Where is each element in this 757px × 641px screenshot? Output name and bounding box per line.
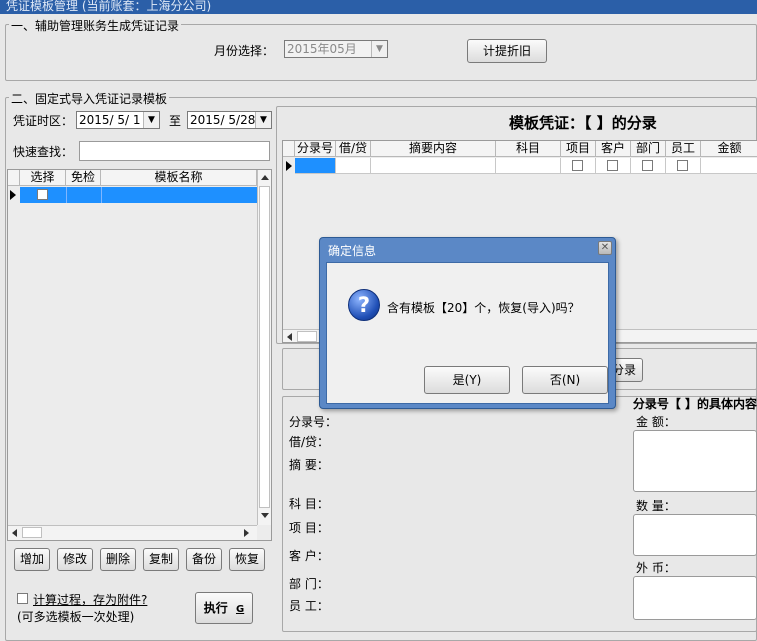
detail-heading-text: 分录号【 】的具体内容 bbox=[632, 397, 757, 411]
add-button[interactable]: 增加 bbox=[14, 548, 50, 571]
template-list-grid[interactable]: 选择 免检 模板名称 bbox=[7, 169, 272, 541]
list-header-template-name[interactable]: 模板名称 bbox=[101, 170, 257, 186]
entries-header-employee[interactable]: 员工 bbox=[666, 141, 701, 157]
scroll-left-icon[interactable] bbox=[12, 529, 17, 537]
scroll-thumb[interactable] bbox=[259, 186, 270, 508]
summary-cell[interactable] bbox=[371, 158, 496, 174]
confirm-dialog: 确定信息 ✕ ? 含有模板【20】个，恢复(导入)吗？ 是(Y) 否(N) bbox=[319, 237, 616, 409]
close-icon[interactable]: ✕ bbox=[598, 241, 612, 255]
entries-header-amount[interactable]: 金额 bbox=[701, 141, 757, 157]
quantity-label: 数 量： bbox=[636, 499, 676, 513]
amount-label: 金 额： bbox=[636, 415, 676, 429]
entries-header-department[interactable]: 部门 bbox=[631, 141, 666, 157]
department-checkbox[interactable] bbox=[642, 160, 653, 171]
question-icon: ? bbox=[348, 289, 380, 321]
restore-button[interactable]: 恢复 bbox=[229, 548, 265, 571]
dialog-message: 含有模板【20】个，恢复(导入)吗？ bbox=[387, 301, 580, 315]
month-value: 2015年05月 bbox=[287, 42, 357, 56]
depreciation-button[interactable]: 计提折旧 bbox=[467, 39, 547, 63]
chevron-down-icon[interactable]: ▼ bbox=[255, 112, 271, 128]
month-label: 月份选择： bbox=[214, 44, 275, 58]
department-cell[interactable] bbox=[631, 158, 666, 174]
section1-title: 一、辅助管理账务生成凭证记录 bbox=[9, 17, 182, 34]
list-header-corner bbox=[8, 170, 20, 186]
row-divider bbox=[101, 187, 102, 203]
date-to-value: 2015/ 5/28 bbox=[190, 113, 256, 127]
subject-cell[interactable] bbox=[496, 158, 561, 174]
entries-header-entry-no[interactable]: 分录号 bbox=[295, 141, 336, 157]
date-from-value: 2015/ 5/ 1 bbox=[79, 113, 141, 127]
employee-cell[interactable] bbox=[666, 158, 701, 174]
detail-subject-label: 科 目： bbox=[289, 497, 329, 511]
row-divider bbox=[66, 187, 67, 203]
scroll-thumb[interactable] bbox=[297, 331, 317, 342]
detail-project-label: 项 目： bbox=[289, 521, 329, 535]
list-horizontal-scrollbar[interactable] bbox=[8, 525, 257, 540]
debit-credit-cell[interactable] bbox=[336, 158, 371, 174]
detail-employee-label: 员 工： bbox=[289, 599, 329, 613]
project-checkbox[interactable] bbox=[572, 160, 583, 171]
month-select[interactable]: 2015年05月 ▼ bbox=[284, 40, 388, 58]
detail-department-label: 部 门： bbox=[289, 577, 329, 591]
foreign-currency-field[interactable] bbox=[633, 576, 757, 620]
yes-button[interactable]: 是(Y) bbox=[424, 366, 510, 394]
no-button[interactable]: 否(N) bbox=[522, 366, 608, 394]
entries-header-project[interactable]: 项目 bbox=[561, 141, 596, 157]
chevron-down-icon[interactable]: ▼ bbox=[371, 41, 387, 57]
calc-process-checkbox[interactable] bbox=[17, 593, 28, 604]
list-vertical-scrollbar[interactable] bbox=[257, 170, 271, 525]
customer-cell[interactable] bbox=[596, 158, 631, 174]
copy-button[interactable]: 复制 bbox=[143, 548, 179, 571]
table-row[interactable] bbox=[20, 187, 257, 203]
backup-button[interactable]: 备份 bbox=[186, 548, 222, 571]
list-header-skip-check[interactable]: 免检 bbox=[66, 170, 101, 186]
quick-find-label: 快速查找： bbox=[13, 145, 74, 159]
entries-header-corner bbox=[283, 141, 295, 157]
row-pointer-icon bbox=[10, 190, 16, 200]
multi-select-note: (可多选模板一次处理) bbox=[17, 610, 135, 624]
quick-find-input[interactable] bbox=[79, 141, 270, 161]
dialog-title: 确定信息 bbox=[328, 244, 377, 258]
amount-field[interactable] bbox=[633, 430, 757, 492]
project-cell[interactable] bbox=[561, 158, 596, 174]
entries-header-subject[interactable]: 科目 bbox=[496, 141, 561, 157]
date-from-picker[interactable]: 2015/ 5/ 1 ▼ bbox=[76, 111, 160, 129]
chevron-down-icon[interactable]: ▼ bbox=[143, 112, 159, 128]
amount-cell[interactable] bbox=[701, 158, 757, 174]
row-select-checkbox[interactable] bbox=[37, 189, 48, 200]
scroll-up-icon[interactable] bbox=[261, 175, 269, 180]
employee-checkbox[interactable] bbox=[677, 160, 688, 171]
detail-debit-credit-label: 借/贷： bbox=[289, 435, 330, 449]
entries-heading: 模板凭证：【 】的分录 bbox=[509, 114, 657, 132]
calc-process-label[interactable]: 计算过程，存为附件? bbox=[33, 591, 147, 608]
date-to-picker[interactable]: 2015/ 5/28 ▼ bbox=[187, 111, 272, 129]
entry-no-cell[interactable] bbox=[295, 158, 336, 174]
execute-hotkey: G bbox=[235, 604, 245, 615]
customer-checkbox[interactable] bbox=[607, 160, 618, 171]
list-header-select[interactable]: 选择 bbox=[20, 170, 66, 186]
entries-header-customer[interactable]: 客户 bbox=[596, 141, 631, 157]
entries-header-debit-credit[interactable]: 借/贷 bbox=[336, 141, 371, 157]
quantity-field[interactable] bbox=[633, 514, 757, 556]
dialog-body: ? 含有模板【20】个，恢复(导入)吗？ 是(Y) 否(N) bbox=[326, 262, 609, 404]
execute-label: 执行 bbox=[203, 601, 228, 615]
execute-button[interactable]: 执行 G bbox=[195, 592, 253, 624]
scroll-down-icon[interactable] bbox=[261, 513, 269, 518]
row-pointer-icon bbox=[286, 161, 292, 171]
detail-customer-label: 客 户： bbox=[289, 549, 329, 563]
detail-summary-label: 摘 要： bbox=[289, 458, 329, 472]
window-title: 凭证模板管理 (当前账套：上海分公司) bbox=[0, 0, 757, 14]
entries-header-summary[interactable]: 摘要内容 bbox=[371, 141, 496, 157]
foreign-currency-label: 外 币： bbox=[636, 561, 676, 575]
scroll-left-icon[interactable] bbox=[287, 333, 292, 341]
scroll-right-icon[interactable] bbox=[244, 529, 249, 537]
to-label: 至 bbox=[169, 114, 182, 128]
scroll-thumb[interactable] bbox=[22, 527, 42, 538]
section2-title: 二、固定式导入凭证记录模板 bbox=[9, 90, 170, 107]
delete-button[interactable]: 删除 bbox=[100, 548, 136, 571]
edit-button[interactable]: 修改 bbox=[57, 548, 93, 571]
detail-entry-no-label: 分录号： bbox=[289, 415, 338, 429]
period-label: 凭证时区： bbox=[13, 114, 74, 128]
